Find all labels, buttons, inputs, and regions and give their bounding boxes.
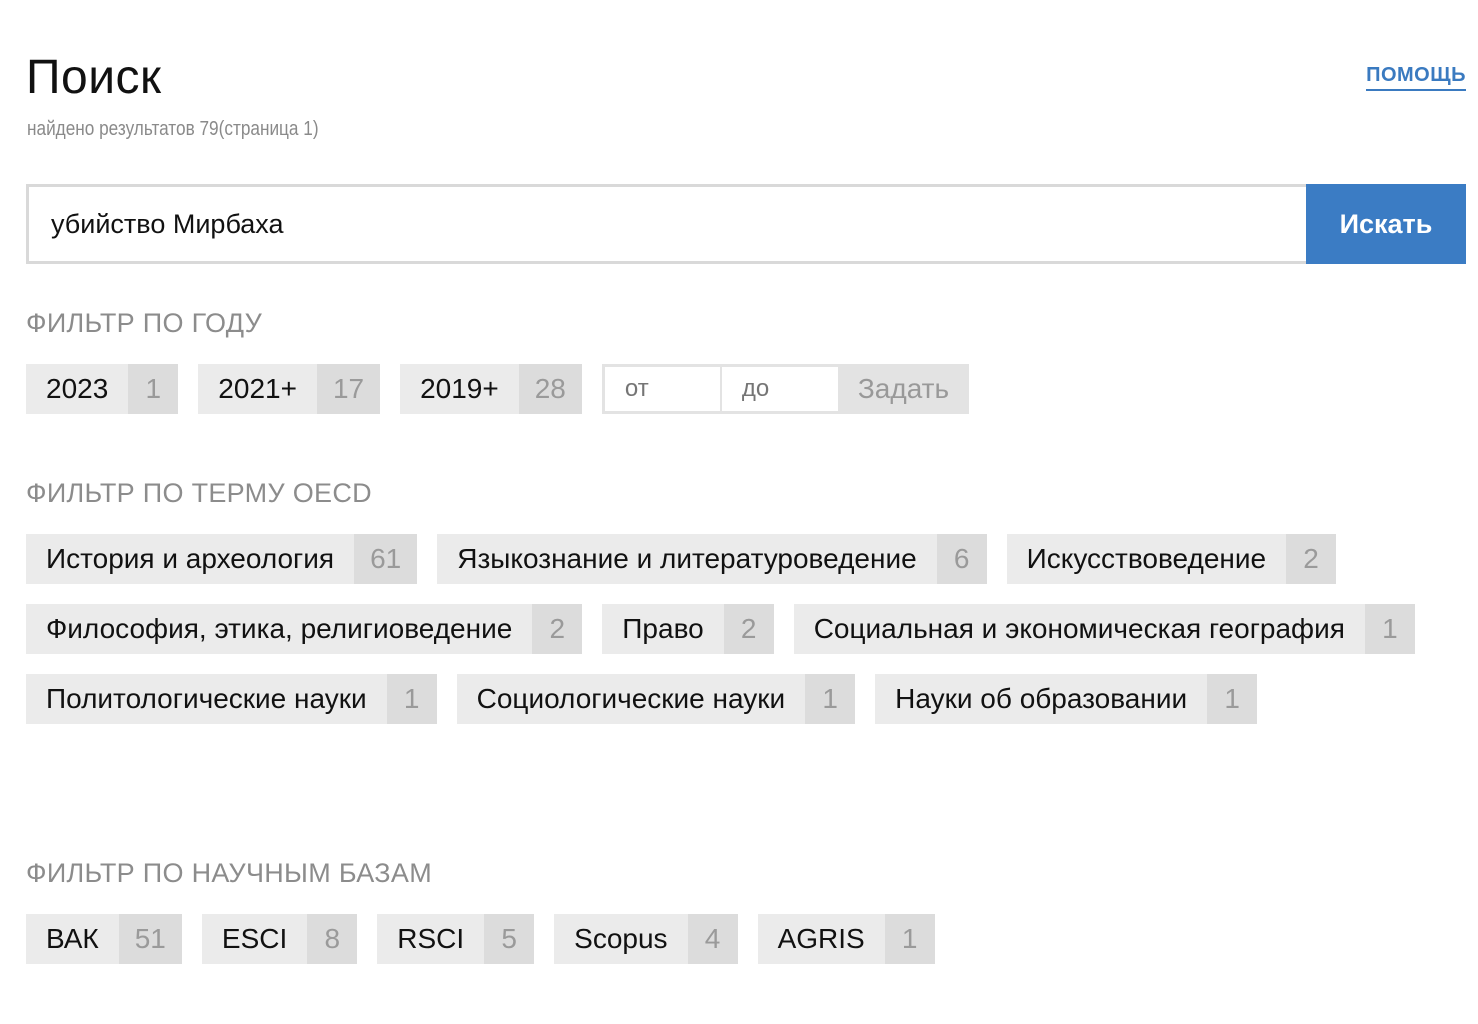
- oecd-chip[interactable]: Языкознание и литературоведение 6: [437, 534, 987, 584]
- chip-label: Социальная и экономическая география: [793, 604, 1365, 654]
- db-chip[interactable]: RSCI 5: [377, 914, 535, 964]
- chip-label: AGRIS: [757, 914, 885, 964]
- chip-count: 4: [687, 914, 738, 964]
- chip-count: 2: [1286, 534, 1337, 584]
- db-chip[interactable]: Scopus 4: [554, 914, 738, 964]
- search-input[interactable]: [26, 184, 1306, 264]
- chip-count: 1: [1364, 604, 1415, 654]
- chip-count: 28: [518, 364, 582, 414]
- chip-count: 6: [936, 534, 987, 584]
- chip-label: Scopus: [554, 914, 688, 964]
- chip-label: Языкознание и литературоведение: [437, 534, 937, 584]
- oecd-chip[interactable]: Социологические науки 1: [456, 674, 856, 724]
- chip-label: Искусствоведение: [1006, 534, 1287, 584]
- oecd-chip[interactable]: Искусствоведение 2: [1006, 534, 1337, 584]
- year-filter-heading: ФИЛЬТР ПО ГОДУ: [26, 308, 263, 338]
- page-title: Поиск: [26, 51, 162, 104]
- chip-count: 5: [484, 914, 535, 964]
- results-summary: найдено результатов 79(страница 1): [27, 118, 319, 140]
- chip-label: 2023: [26, 364, 129, 414]
- oecd-filter-list: История и археология 61 Языкознание и ли…: [26, 534, 1446, 724]
- search-button[interactable]: Искать: [1306, 184, 1466, 264]
- year-apply-button[interactable]: Задать: [837, 364, 970, 414]
- year-to-input[interactable]: [719, 364, 838, 414]
- chip-count: 1: [1207, 674, 1258, 724]
- year-chip[interactable]: 2023 1: [26, 364, 179, 414]
- oecd-chip[interactable]: Социальная и экономическая география 1: [793, 604, 1415, 654]
- search-bar: Искать: [26, 184, 1466, 264]
- chip-count: 1: [805, 674, 856, 724]
- oecd-chip[interactable]: История и археология 61: [26, 534, 418, 584]
- year-chip[interactable]: 2019+ 28: [400, 364, 582, 414]
- chip-label: ESCI: [201, 914, 308, 964]
- chip-label: ВАК: [26, 914, 119, 964]
- chip-count: 1: [128, 364, 179, 414]
- chip-label: 2019+: [400, 364, 519, 414]
- chip-count: 2: [532, 604, 583, 654]
- chip-label: Философия, этика, религиоведение: [26, 604, 533, 654]
- chip-count: 17: [316, 364, 381, 414]
- oecd-chip[interactable]: Политологические науки 1: [26, 674, 437, 724]
- year-range: Задать: [601, 364, 970, 414]
- year-chip[interactable]: 2021+ 17: [198, 364, 381, 414]
- year-from-input[interactable]: [601, 364, 720, 414]
- oecd-filter-heading: ФИЛЬТР ПО ТЕРМУ OECD: [26, 478, 372, 508]
- chip-label: Социологические науки: [456, 674, 806, 724]
- help-link[interactable]: ПОМОЩЬ: [1366, 64, 1466, 91]
- chip-count: 2: [723, 604, 774, 654]
- db-chip[interactable]: ESCI 8: [201, 914, 358, 964]
- db-chip[interactable]: AGRIS 1: [757, 914, 935, 964]
- chip-label: Науки об образовании: [875, 674, 1208, 724]
- db-chip[interactable]: ВАК 51: [26, 914, 182, 964]
- chip-label: 2021+: [198, 364, 317, 414]
- oecd-chip[interactable]: Право 2: [602, 604, 774, 654]
- oecd-chip[interactable]: Науки об образовании 1: [875, 674, 1258, 724]
- chip-label: Право: [602, 604, 724, 654]
- chip-count: 61: [354, 534, 418, 584]
- chip-count: 1: [884, 914, 935, 964]
- oecd-chip[interactable]: Философия, этика, религиоведение 2: [26, 604, 583, 654]
- db-filter-list: ВАК 51 ESCI 8 RSCI 5 Scopus 4 AGRIS 1: [26, 914, 1466, 964]
- year-filter-list: 2023 1 2021+ 17 2019+ 28 Задать: [26, 364, 1466, 414]
- chip-label: История и археология: [26, 534, 355, 584]
- chip-count: 1: [386, 674, 437, 724]
- chip-count: 51: [118, 914, 182, 964]
- chip-label: Политологические науки: [26, 674, 387, 724]
- chip-count: 8: [307, 914, 358, 964]
- chip-label: RSCI: [377, 914, 485, 964]
- db-filter-heading: ФИЛЬТР ПО НАУЧНЫМ БАЗАМ: [26, 858, 432, 888]
